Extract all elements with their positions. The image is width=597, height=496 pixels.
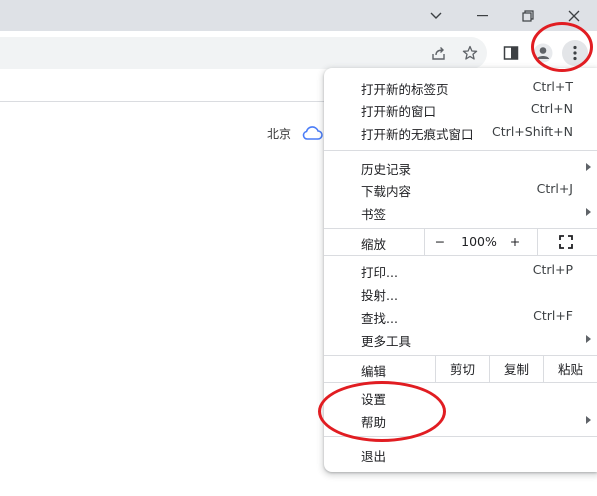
menu-item-shortcut: Ctrl+N xyxy=(530,101,573,116)
zoom-label: 缩放 xyxy=(361,237,387,252)
menu-item-label: 更多工具 xyxy=(361,334,412,349)
close-window-button[interactable] xyxy=(551,0,597,31)
menu-item-label: 退出 xyxy=(361,449,387,464)
menu-item-new-window[interactable]: 打开新的窗口 Ctrl+N xyxy=(324,98,597,120)
weather-widget[interactable]: 北京 xyxy=(267,124,323,142)
menu-item-exit[interactable]: 退出 xyxy=(324,443,597,465)
zoom-value: 100% xyxy=(461,234,497,249)
star-icon xyxy=(462,45,478,60)
profile-button[interactable] xyxy=(530,40,556,66)
minimize-button[interactable] xyxy=(460,0,506,31)
menu-item-label: 书签 xyxy=(361,207,387,222)
menu-item-label: 打开新的无痕式窗口 xyxy=(361,127,474,142)
menu-item-label: 打开新的窗口 xyxy=(361,104,437,119)
chevron-down-icon xyxy=(430,12,442,19)
zoom-in-button[interactable]: + xyxy=(504,228,526,255)
menu-item-label: 打开新的标签页 xyxy=(361,82,449,97)
edit-label: 编辑 xyxy=(361,364,387,379)
menu-divider xyxy=(324,436,597,437)
bookmark-star-button[interactable] xyxy=(457,40,483,66)
menu-item-incognito[interactable]: 打开新的无痕式窗口 Ctrl+Shift+N xyxy=(324,121,597,143)
zoom-minus-label: − xyxy=(434,234,446,249)
fullscreen-icon xyxy=(558,234,573,249)
submenu-arrow-icon xyxy=(586,163,591,171)
menu-item-shortcut: Ctrl+T xyxy=(532,79,573,94)
title-bar xyxy=(0,0,597,31)
menu-item-shortcut: Ctrl+F xyxy=(533,308,573,323)
menu-item-print[interactable]: 打印... Ctrl+P xyxy=(324,259,597,281)
menu-item-label: 设置 xyxy=(361,392,387,407)
weather-city: 北京 xyxy=(267,126,292,141)
tab-search-button[interactable] xyxy=(413,0,459,31)
restore-button[interactable] xyxy=(505,0,551,31)
menu-item-label: 查找... xyxy=(361,311,398,326)
submenu-arrow-icon xyxy=(586,208,591,216)
menu-divider xyxy=(324,255,597,256)
side-panel-button[interactable] xyxy=(498,40,524,66)
menu-item-label: 下载内容 xyxy=(361,184,412,199)
edit-row: 编辑 剪切 复制 粘贴 xyxy=(324,355,597,382)
minimize-icon xyxy=(477,14,488,16)
more-vert-icon xyxy=(573,45,577,61)
menu-item-downloads[interactable]: 下载内容 Ctrl+J xyxy=(324,178,597,200)
share-button[interactable] xyxy=(426,40,452,66)
menu-divider xyxy=(324,150,597,151)
zoom-plus-label: + xyxy=(509,234,521,249)
cut-label: 剪切 xyxy=(449,362,475,377)
menu-item-label: 帮助 xyxy=(361,415,387,430)
menu-divider xyxy=(324,382,597,383)
menu-item-more-tools[interactable]: 更多工具 xyxy=(324,328,597,350)
menu-item-shortcut: Ctrl+P xyxy=(532,262,573,277)
zoom-row: 缩放 − 100% + xyxy=(324,228,597,255)
menu-item-shortcut: Ctrl+Shift+N xyxy=(492,124,573,139)
submenu-arrow-icon xyxy=(586,335,591,343)
fullscreen-button[interactable] xyxy=(538,228,593,255)
menu-item-label: 投射... xyxy=(361,288,398,303)
share-icon xyxy=(432,47,445,60)
menu-item-help[interactable]: 帮助 xyxy=(324,409,597,431)
menu-item-shortcut: Ctrl+J xyxy=(536,181,573,196)
submenu-arrow-icon xyxy=(586,416,591,424)
restore-icon xyxy=(522,9,534,22)
menu-item-new-tab[interactable]: 打开新的标签页 Ctrl+T xyxy=(324,76,597,98)
cloud-icon xyxy=(302,126,323,140)
address-bar[interactable] xyxy=(0,37,487,69)
profile-icon xyxy=(533,43,553,63)
menu-item-label: 历史记录 xyxy=(361,162,412,177)
zoom-out-button[interactable]: − xyxy=(426,228,454,255)
paste-label: 粘贴 xyxy=(557,362,583,377)
copy-button[interactable]: 复制 xyxy=(490,355,543,382)
more-menu-button[interactable] xyxy=(562,40,588,66)
paste-button[interactable]: 粘贴 xyxy=(544,355,597,382)
side-panel-icon xyxy=(503,46,519,60)
copy-label: 复制 xyxy=(503,362,529,377)
menu-item-cast[interactable]: 投射... xyxy=(324,282,597,304)
menu-item-history[interactable]: 历史记录 xyxy=(324,156,597,178)
chrome-main-menu: 打开新的标签页 Ctrl+T 打开新的窗口 Ctrl+N 打开新的无痕式窗口 C… xyxy=(324,68,597,472)
menu-item-label: 打印... xyxy=(361,265,398,280)
close-icon xyxy=(568,10,580,21)
menu-item-bookmarks[interactable]: 书签 xyxy=(324,201,597,223)
cut-button[interactable]: 剪切 xyxy=(436,355,489,382)
menu-item-find[interactable]: 查找... Ctrl+F xyxy=(324,305,597,327)
zoom-divider xyxy=(424,228,425,255)
menu-item-settings[interactable]: 设置 xyxy=(324,386,597,408)
zoom-level: 100% xyxy=(454,228,504,255)
